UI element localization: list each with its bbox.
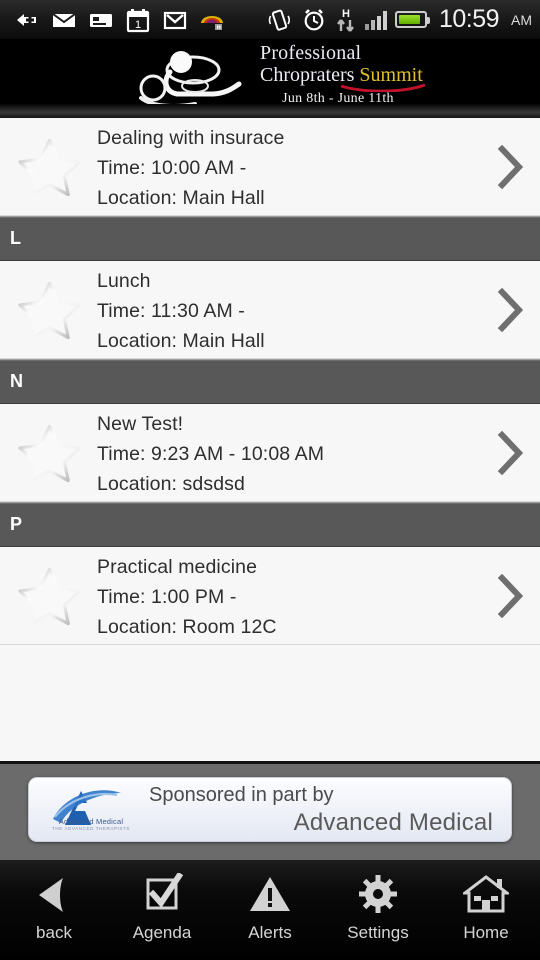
hspa-data-icon: H bbox=[335, 7, 357, 33]
status-bar-notification-icons: 1 bbox=[14, 7, 267, 33]
chevron-right-icon[interactable] bbox=[486, 430, 534, 475]
nav-item-label: Settings bbox=[347, 923, 409, 942]
nav-item-agenda[interactable]: Agenda bbox=[108, 872, 216, 943]
header-line-professional: Professional bbox=[260, 42, 362, 64]
agenda-item-time: Time: 11:30 AM - bbox=[97, 299, 245, 322]
section-header-letter: P bbox=[10, 514, 23, 534]
status-bar-clock: 10:59 bbox=[438, 5, 500, 33]
nav-item-label: Alerts bbox=[248, 923, 292, 942]
status-bar-system-icons: H 10:59 AM bbox=[267, 5, 532, 34]
chevron-right-icon[interactable] bbox=[486, 287, 534, 332]
favorite-star-icon[interactable] bbox=[18, 137, 81, 197]
header-line-summit: Chropraters Summit bbox=[260, 64, 430, 92]
favorite-star-icon[interactable] bbox=[18, 280, 81, 340]
section-header-letter: L bbox=[10, 228, 21, 248]
bottom-navigation-bar: back Agenda Alerts Settings Home bbox=[0, 860, 540, 960]
agenda-list[interactable]: Dealing with insurace Time: 10:00 AM - L… bbox=[0, 118, 540, 761]
nav-item-settings[interactable]: Settings bbox=[324, 872, 432, 943]
back-arrow-icon bbox=[14, 7, 40, 33]
app-screen: 1 H 10:59 AM Professional Chropraters Su… bbox=[0, 0, 540, 960]
advanced-medical-wordmark: Advanced Medical THE ADVANCED THERAPISTS bbox=[52, 816, 130, 831]
agenda-item-title: New Test! bbox=[97, 412, 184, 435]
vibrate-icon bbox=[267, 7, 293, 33]
warning-triangle-icon[interactable] bbox=[247, 872, 293, 918]
checkbox-check-icon[interactable] bbox=[139, 872, 185, 918]
agenda-item-location: Location: sdsdsd bbox=[97, 472, 245, 495]
agenda-list-item[interactable]: New Test! Time: 9:23 AM - 10:08 AM Locat… bbox=[0, 404, 540, 502]
sponsor-ad-zone: Advanced Medical THE ADVANCED THERAPISTS… bbox=[0, 761, 540, 860]
agenda-item-title: Lunch bbox=[97, 269, 151, 292]
back-triangle-icon[interactable] bbox=[31, 872, 77, 918]
sponsor-banner[interactable]: Advanced Medical THE ADVANCED THERAPISTS… bbox=[28, 777, 512, 842]
battery-icon bbox=[394, 11, 430, 28]
agenda-item-text: Dealing with insurace Time: 10:00 AM - L… bbox=[97, 121, 486, 213]
sponsor-line-2: Advanced Medical bbox=[293, 808, 493, 836]
header-word-summit: Summit bbox=[359, 64, 423, 86]
agenda-item-time: Time: 9:23 AM - 10:08 AM bbox=[97, 442, 325, 465]
rss-icon bbox=[199, 7, 225, 33]
agenda-item-text: Practical medicine Time: 1:00 PM - Locat… bbox=[97, 550, 486, 642]
agenda-list-item[interactable]: Practical medicine Time: 1:00 PM - Locat… bbox=[0, 547, 540, 645]
chevron-right-icon[interactable] bbox=[486, 573, 534, 618]
nav-item-home[interactable]: Home bbox=[432, 872, 540, 943]
agenda-list-item[interactable]: Lunch Time: 11:30 AM - Location: Main Ha… bbox=[0, 261, 540, 359]
agenda-item-location: Location: Room 12C bbox=[97, 615, 277, 638]
status-bar-clock-ampm: AM bbox=[511, 11, 532, 28]
section-header-letter: N bbox=[10, 371, 23, 391]
agenda-item-time: Time: 10:00 AM - bbox=[97, 156, 247, 179]
nav-item-label: Home bbox=[463, 923, 509, 942]
favorite-star-icon[interactable] bbox=[18, 566, 81, 626]
favorite-star-icon[interactable] bbox=[18, 423, 81, 483]
agenda-item-text: New Test! Time: 9:23 AM - 10:08 AM Locat… bbox=[97, 407, 486, 499]
summit-swoosh-icon bbox=[340, 84, 426, 92]
agenda-item-text: Lunch Time: 11:30 AM - Location: Main Ha… bbox=[97, 264, 486, 356]
agenda-list-item[interactable]: Dealing with insurace Time: 10:00 AM - L… bbox=[0, 118, 540, 216]
advanced-medical-logo-icon: Advanced Medical THE ADVANCED THERAPISTS bbox=[35, 781, 143, 839]
gear-icon[interactable] bbox=[355, 872, 401, 918]
signal-bars-icon bbox=[364, 10, 387, 30]
mail-icon bbox=[51, 7, 77, 33]
header-shadow-divider bbox=[0, 104, 540, 118]
gmail-icon bbox=[162, 7, 188, 33]
agenda-item-time: Time: 1:00 PM - bbox=[97, 585, 237, 608]
chevron-right-icon[interactable] bbox=[486, 144, 534, 189]
section-header: N bbox=[0, 359, 540, 404]
nav-item-label: Agenda bbox=[132, 923, 192, 942]
agenda-item-title: Dealing with insurace bbox=[97, 126, 285, 149]
chiropractor-logo-icon bbox=[135, 46, 253, 112]
section-header: P bbox=[0, 502, 540, 547]
header-word-chropraters: Chropraters bbox=[260, 64, 355, 86]
nav-item-label: back bbox=[36, 923, 72, 942]
agenda-item-location: Location: Main Hall bbox=[97, 186, 265, 209]
agenda-item-title: Practical medicine bbox=[97, 555, 258, 578]
house-icon[interactable] bbox=[463, 872, 509, 918]
nav-item-alerts[interactable]: Alerts bbox=[216, 872, 324, 943]
calendar-icon: 1 bbox=[125, 7, 151, 33]
sponsor-line-1: Sponsored in part by bbox=[149, 783, 334, 806]
svg-text:1: 1 bbox=[135, 19, 141, 31]
svg-text:H: H bbox=[342, 8, 350, 20]
status-bar: 1 H 10:59 AM bbox=[0, 0, 540, 40]
section-header: L bbox=[0, 216, 540, 261]
agenda-item-location: Location: Main Hall bbox=[97, 329, 265, 352]
alarm-icon bbox=[301, 7, 327, 33]
nav-item-back[interactable]: back bbox=[0, 872, 108, 943]
message-card-icon bbox=[88, 7, 114, 33]
